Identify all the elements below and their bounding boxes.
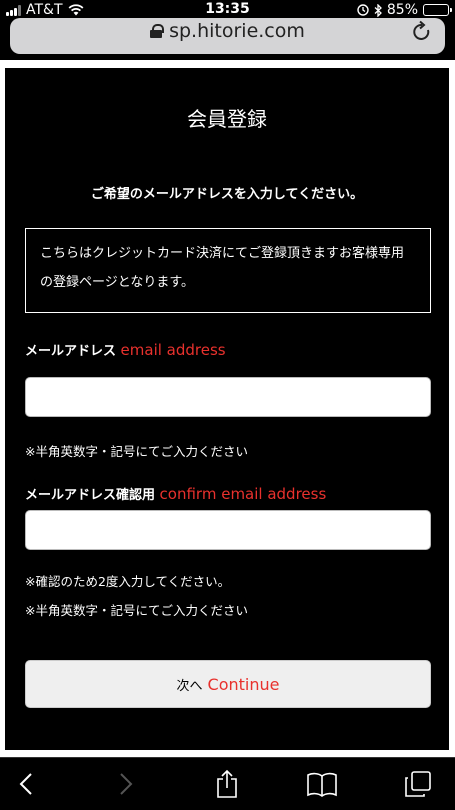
share-button[interactable] <box>207 768 247 800</box>
bluetooth-icon <box>374 3 382 17</box>
tabs-button[interactable] <box>398 768 438 800</box>
registration-panel: 会員登録 ご希望のメールアドレスを入力してください。 こちらはクレジットカード決… <box>5 68 449 750</box>
confirm-hint-twice: ※確認のため2度入力してください。 <box>25 574 231 589</box>
confirm-hint-charset: ※半角英数字・記号にてご入力ください <box>25 603 248 618</box>
forward-icon <box>120 773 133 795</box>
browser-top-bar: AT&T 13:35 85% sp.hitorie.com <box>0 0 455 60</box>
bookmarks-icon <box>307 772 337 797</box>
email-label: メールアドレス email address <box>25 340 226 359</box>
continue-label-en: Continue <box>207 674 280 694</box>
notice-box: こちらはクレジットカード決済にてご登録頂きますお客様専用の登録ページとなります。 <box>25 228 431 313</box>
confirm-email-input[interactable] <box>25 510 431 550</box>
email-label-ja: メールアドレス <box>25 344 117 359</box>
battery-icon <box>423 4 452 16</box>
email-hint: ※半角英数字・記号にてご入力ください <box>25 444 248 459</box>
share-icon <box>217 769 237 798</box>
url-text: sp.hitorie.com <box>169 20 305 42</box>
email-label-en: email address <box>120 341 226 359</box>
tabs-icon <box>405 771 431 797</box>
url-display[interactable]: sp.hitorie.com <box>10 18 445 44</box>
address-bar[interactable]: sp.hitorie.com <box>10 18 445 54</box>
status-bar: AT&T 13:35 85% <box>0 0 455 20</box>
lock-icon <box>150 24 165 38</box>
page-title: 会員登録 <box>187 107 267 131</box>
confirm-email-label: メールアドレス確認用 confirm email address <box>25 484 326 503</box>
confirm-label-ja: メールアドレス確認用 <box>25 488 156 503</box>
confirm-label-en: confirm email address <box>159 485 327 503</box>
browser-toolbar <box>0 757 455 810</box>
back-button[interactable] <box>6 768 46 800</box>
battery-percent: 85% <box>386 2 418 18</box>
reload-icon[interactable] <box>411 20 433 44</box>
notice-text: こちらはクレジットカード決済にてご登録頂きますお客様専用の登録ページとなります。 <box>40 246 405 290</box>
status-right: 85% <box>357 2 452 18</box>
continue-button[interactable]: 次へ Continue <box>25 660 431 708</box>
alarm-icon <box>357 4 369 16</box>
instruction-text: ご希望のメールアドレスを入力してください。 <box>90 187 364 202</box>
email-input[interactable] <box>25 377 431 417</box>
bookmarks-button[interactable] <box>302 768 342 800</box>
continue-label-ja: 次へ <box>176 678 203 694</box>
back-icon <box>19 773 32 795</box>
forward-button[interactable] <box>106 768 146 800</box>
